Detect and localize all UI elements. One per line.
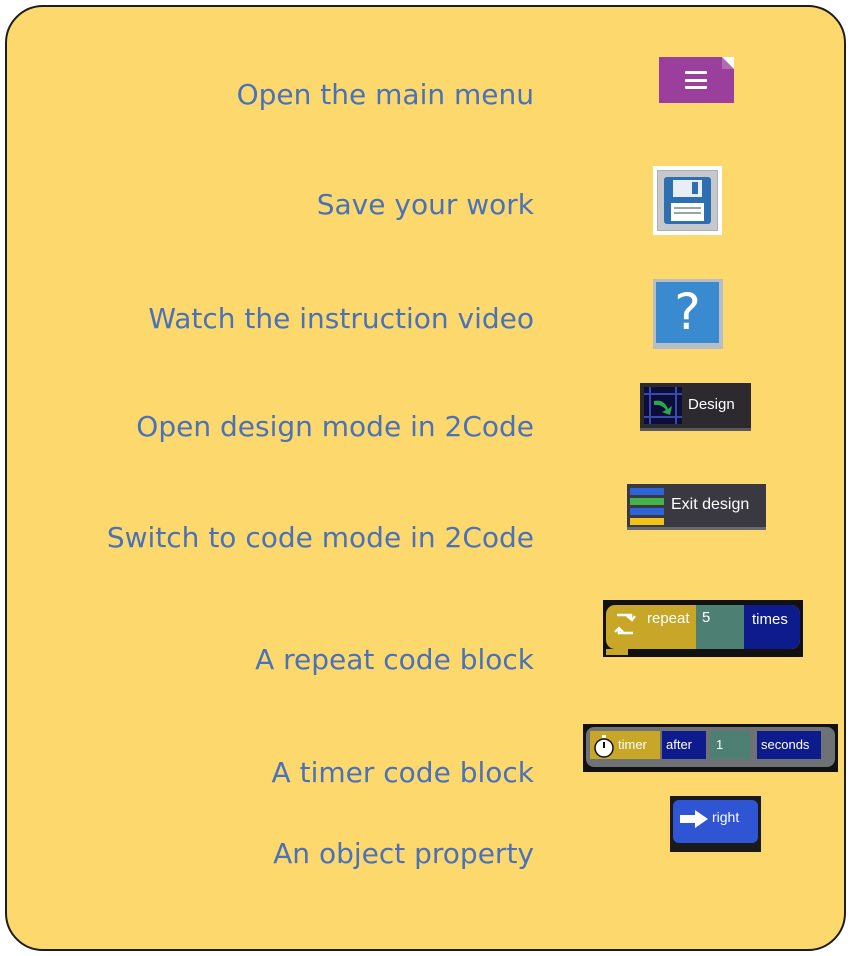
loop-icon [614,613,636,635]
timer-after-label: after [662,731,706,759]
right-arrow-icon [680,810,708,828]
design-mode-button[interactable]: Design [640,383,751,431]
repeat-keyword: repeat [647,610,690,627]
label-code-mode: Switch to code mode in 2Code [106,521,534,554]
instruction-video-button[interactable]: ? [653,279,723,349]
timer-value-field[interactable]: 1 [710,731,750,759]
save-button[interactable] [653,166,722,235]
design-grid-icon [644,387,682,424]
question-mark-icon: ? [656,282,719,343]
timer-code-block[interactable]: timer after 1 seconds [583,724,838,772]
main-menu-button[interactable] [659,57,734,103]
property-value-label: right [712,809,740,825]
page-fold [722,57,734,69]
code-layers-icon [630,488,664,525]
label-object-property: An object property [273,837,534,870]
label-repeat-block: A repeat code block [255,643,534,676]
label-open-main-menu: Open the main menu [236,78,534,111]
design-button-label: Design [688,396,735,413]
exit-design-label: Exit design [671,496,750,513]
label-timer-block: A timer code block [271,756,534,789]
floppy-disk-icon [664,177,711,224]
repeat-code-block[interactable]: repeat 5 times [603,600,803,657]
label-design-mode: Open design mode in 2Code [136,410,534,443]
save-button-face [657,170,718,231]
repeat-times-label: times [744,605,800,649]
label-save-work: Save your work [316,188,534,221]
hamburger-menu-icon [685,71,707,89]
timer-unit-label: seconds [757,731,821,759]
object-property-block[interactable]: right [670,796,761,852]
repeat-count-field[interactable]: 5 [696,605,744,649]
timer-keyword: timer [618,737,647,752]
label-instruction-video: Watch the instruction video [148,302,534,335]
exit-design-button[interactable]: Exit design [627,484,766,530]
repeat-block-foot [606,649,628,655]
stopwatch-icon [594,735,614,758]
